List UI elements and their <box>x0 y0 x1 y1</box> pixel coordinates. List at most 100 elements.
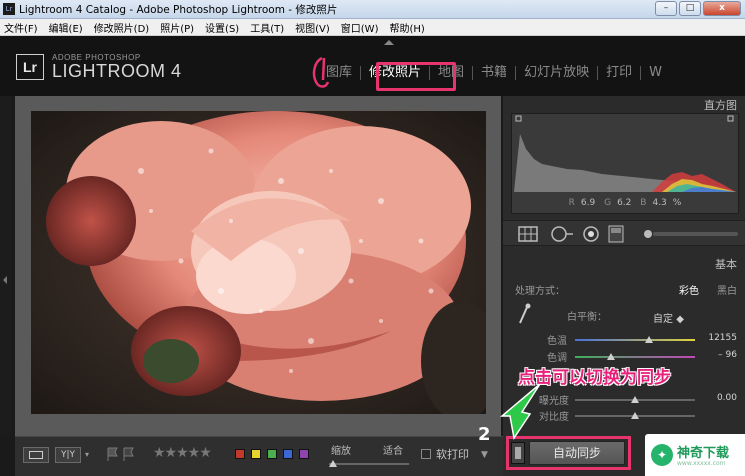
watermark-text: 神奇下载 <box>677 446 730 461</box>
app-icon: Lr <box>3 3 15 15</box>
tint-slider[interactable] <box>575 353 695 360</box>
module-book[interactable]: 书籍 <box>473 66 517 80</box>
wb-dropdown[interactable]: 自定 ◆ <box>653 310 684 325</box>
g-label: G <box>604 198 612 208</box>
basic-title[interactable]: 基本 <box>715 256 737 272</box>
color-label-swatch[interactable] <box>251 449 261 459</box>
module-slideshow[interactable]: 幻灯片放映 <box>516 66 599 80</box>
wb-value: 自定 <box>653 314 673 325</box>
tint-slider-thumb[interactable] <box>607 353 615 360</box>
exposure-value[interactable]: 0.00 <box>701 393 737 403</box>
module-print[interactable]: 打印 <box>598 66 642 80</box>
bottom-toolbar: Y|Y ▾ ★★★★★ 缩放 适合 软打印 ▼ <box>15 436 503 476</box>
callout-text: 点击可以切换为同步 <box>518 368 671 388</box>
softproof-label: 软打印 <box>436 448 469 461</box>
histogram-readout: R 6.9 G 6.2 B 4.3% <box>512 198 738 208</box>
loupe-view-button[interactable] <box>23 447 49 463</box>
green-arrow-icon <box>500 383 541 440</box>
contrast-slider-thumb[interactable] <box>631 412 639 419</box>
menu-tools[interactable]: 工具(T) <box>250 20 284 35</box>
develop-tool-strip <box>503 220 745 246</box>
module-web[interactable]: W <box>641 66 670 80</box>
b-label: B <box>640 198 647 208</box>
title-bar: Lr Lightroom 4 Catalog - Adobe Photoshop… <box>0 0 745 19</box>
watermark-sub: www.xxxxx.com <box>677 460 726 467</box>
left-panel-collapsed[interactable] <box>0 96 12 436</box>
histogram: R 6.9 G 6.2 B 4.3% <box>511 113 739 214</box>
menu-bar: 文件(F) 编辑(E) 修改照片(D) 照片(P) 设置(S) 工具(T) 视图… <box>0 19 745 36</box>
color-label-swatch[interactable] <box>283 449 293 459</box>
menu-help[interactable]: 帮助(H) <box>389 20 424 35</box>
menu-file[interactable]: 文件(F) <box>4 20 38 35</box>
temp-value[interactable]: 12155 <box>701 333 737 343</box>
identity-plate: Lr ADOBE PHOTOSHOP LIGHTROOM 4 <box>16 53 182 80</box>
temp-label: 色温 <box>547 336 567 347</box>
flag-icon <box>107 447 134 461</box>
adjustment-brush-icon <box>644 230 738 238</box>
watermark-logo-icon: ✦ <box>651 444 673 466</box>
zoom-slider-thumb[interactable] <box>329 460 337 467</box>
develop-highlight-box <box>376 62 456 91</box>
image-workspace <box>15 96 501 436</box>
crop-overlay-icon <box>518 226 538 242</box>
zoom-fit-label: 缩放 <box>331 446 351 457</box>
window-controls: – □ x <box>655 1 741 16</box>
menu-settings[interactable]: 设置(S) <box>205 20 239 35</box>
window-title: Lightroom 4 Catalog - Adobe Photoshop Li… <box>19 3 338 16</box>
eyedropper-icon[interactable] <box>517 303 531 325</box>
toolbar-dropdown-icon[interactable]: ▼ <box>481 450 488 460</box>
tool-icons <box>518 225 738 243</box>
red-eye-icon <box>583 226 599 242</box>
menu-edit[interactable]: 编辑(E) <box>49 20 83 35</box>
g-value: 6.2 <box>617 198 632 208</box>
contrast-slider[interactable] <box>575 412 695 419</box>
minimize-button[interactable]: – <box>655 1 677 16</box>
histogram-graph <box>514 115 736 192</box>
brand-big: LIGHTROOM 4 <box>52 61 182 81</box>
watermark: ✦ 神奇下载 www.xxxxx.com <box>645 434 745 476</box>
module-picker: 图库 修改照片 地图 书籍 幻灯片放映 打印 W <box>318 66 670 80</box>
expand-left-arrow-icon[interactable] <box>3 276 7 284</box>
r-value: 6.9 <box>580 198 596 208</box>
wb-label: 白平衡： <box>567 312 607 323</box>
collapse-top-arrow-icon[interactable] <box>384 40 394 45</box>
photo-preview[interactable] <box>31 111 486 414</box>
menu-view[interactable]: 视图(V) <box>295 20 330 35</box>
color-label-swatch[interactable] <box>299 449 309 459</box>
color-label-swatch[interactable] <box>235 449 245 459</box>
maximize-button[interactable]: □ <box>679 1 701 16</box>
wb-chevron-icon: ◆ <box>676 314 684 325</box>
histogram-title[interactable]: 直方图 <box>704 97 737 113</box>
tint-label: 色调 <box>547 353 567 364</box>
red-annotation-mark <box>312 56 330 88</box>
treatment-label: 处理方式： <box>515 286 565 297</box>
close-button[interactable]: x <box>703 1 741 16</box>
temp-slider-thumb[interactable] <box>645 336 654 343</box>
b-value: 4.3 <box>652 198 667 208</box>
loupe-icon <box>29 451 43 459</box>
menu-photo[interactable]: 照片(P) <box>160 20 194 35</box>
star-rating[interactable]: ★★★★★ <box>153 445 212 461</box>
menu-window[interactable]: 窗口(W) <box>341 20 379 35</box>
treatment-color[interactable]: 彩色 <box>679 282 699 297</box>
tint-value[interactable]: – 96 <box>701 350 737 360</box>
rose-photo <box>31 111 486 414</box>
brand-text: ADOBE PHOTOSHOP LIGHTROOM 4 <box>52 53 182 80</box>
exposure-slider[interactable] <box>575 396 695 403</box>
treatment-bw[interactable]: 黑白 <box>717 282 737 297</box>
temp-slider[interactable] <box>575 336 695 343</box>
r-label: R <box>568 198 575 208</box>
before-after-button[interactable]: Y|Y <box>55 447 81 463</box>
menu-develop[interactable]: 修改照片(D) <box>94 20 150 35</box>
zoom-slider[interactable] <box>329 460 409 467</box>
app-window: Lr Lightroom 4 Catalog - Adobe Photoshop… <box>0 0 745 476</box>
softproof-checkbox[interactable] <box>421 449 431 459</box>
exposure-slider-thumb[interactable] <box>631 396 639 403</box>
percent-unit: % <box>672 198 682 208</box>
step-number: 2 <box>478 424 491 445</box>
zoom-fill-label: 适合 <box>383 446 403 457</box>
before-after-dropdown-icon[interactable]: ▾ <box>85 450 89 459</box>
module-header: Lr ADOBE PHOTOSHOP LIGHTROOM 4 图库 修改照片 地… <box>0 36 745 96</box>
color-label-swatch[interactable] <box>267 449 277 459</box>
flag-icons[interactable] <box>105 446 139 462</box>
